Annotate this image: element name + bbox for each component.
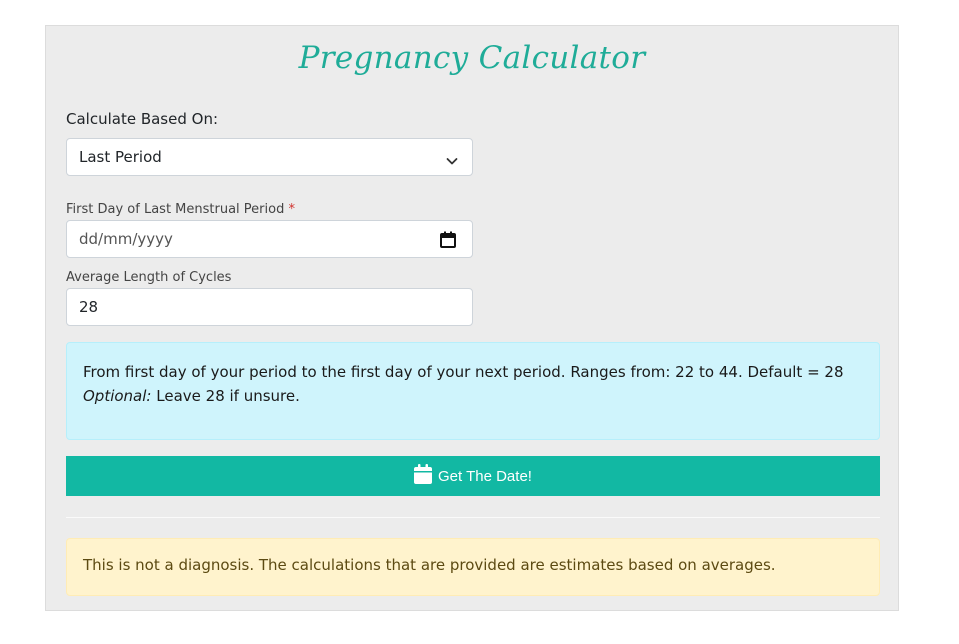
calendar-icon	[414, 464, 433, 488]
calc-based-on-select[interactable]: Last Period	[66, 138, 473, 176]
calc-based-on-value: Last Period	[79, 148, 162, 166]
lmp-date-placeholder: dd/mm/yyyy	[79, 230, 173, 248]
get-the-date-label: Get The Date!	[438, 467, 532, 485]
cycle-length-input[interactable]: 28	[66, 288, 473, 326]
cycle-length-value: 28	[79, 298, 99, 316]
lmp-label: First Day of Last Menstrual Period *	[66, 202, 295, 217]
info-line-2: Optional: Leave 28 if unsure.	[83, 387, 300, 405]
optional-label: Optional:	[83, 387, 152, 405]
page-title: Pregnancy Calculator	[298, 40, 646, 76]
calendar-icon[interactable]	[440, 231, 456, 252]
calculator-card: Pregnancy Calculator Calculate Based On:…	[45, 25, 899, 611]
chevron-down-icon	[446, 152, 458, 171]
lmp-date-input[interactable]: dd/mm/yyyy	[66, 220, 473, 258]
disclaimer-alert: This is not a diagnosis. The calculation…	[66, 538, 880, 596]
cycle-length-label: Average Length of Cycles	[66, 270, 232, 285]
cycle-info-alert: From first day of your period to the fir…	[66, 342, 880, 440]
calc-based-on-label: Calculate Based On:	[66, 110, 219, 128]
divider	[66, 517, 880, 518]
info-line-1: From first day of your period to the fir…	[83, 363, 844, 381]
get-the-date-button[interactable]: Get The Date!	[66, 456, 880, 496]
required-mark: *	[288, 202, 295, 217]
